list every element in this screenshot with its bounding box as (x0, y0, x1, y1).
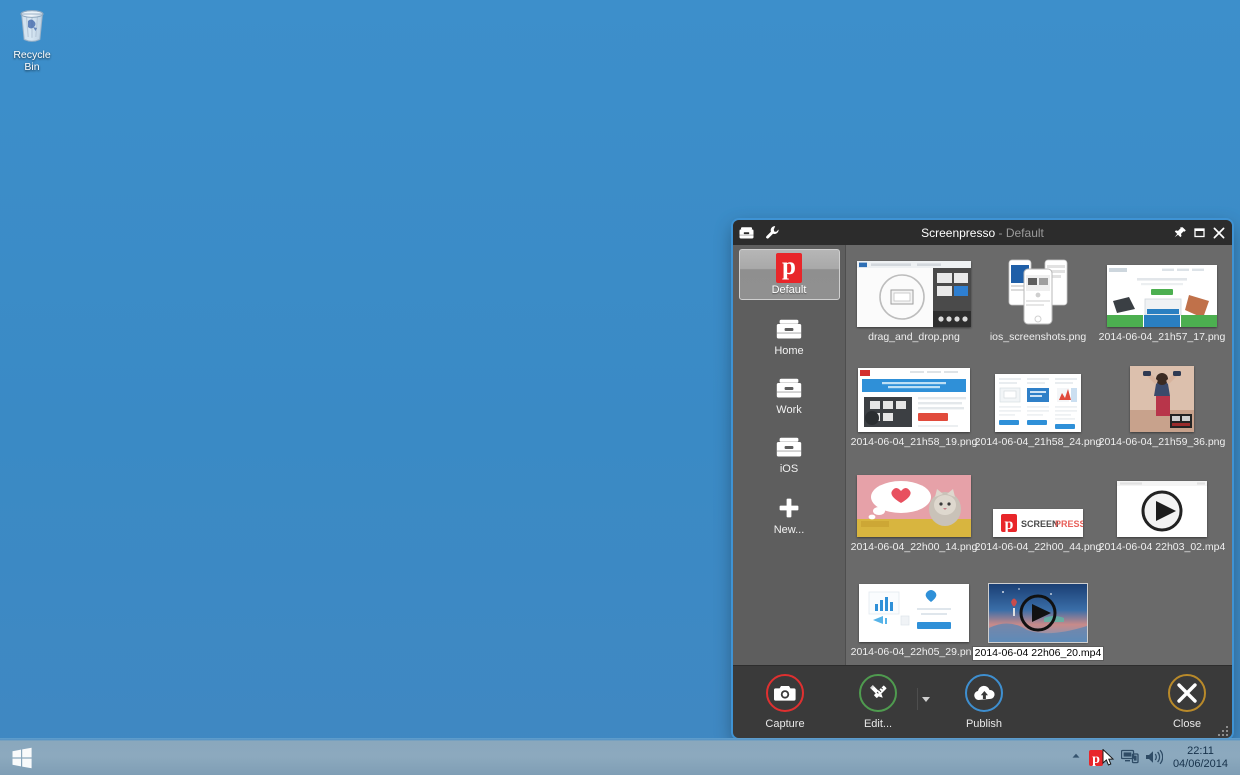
clock-date: 04/06/2014 (1172, 757, 1228, 770)
start-button[interactable] (0, 739, 44, 775)
pencil-ruler-icon (859, 674, 897, 712)
x-icon (1168, 674, 1206, 712)
folder-box-icon (739, 374, 840, 402)
thumbnail-item[interactable]: 2014-06-04_21h57_17.png (1099, 253, 1226, 358)
thumbnail-item[interactable]: 2014-06-04_22h00_14.png (851, 463, 978, 568)
desktop: Recycle Bin Screenpresso - Default p Def… (0, 0, 1240, 775)
window-title-app: Screenpresso (921, 225, 996, 240)
thumbnail-filename[interactable]: ios_screenshots.png (990, 331, 1086, 344)
thumbnail-preview (979, 358, 1097, 432)
thumbnail-preview (1103, 463, 1221, 537)
folder-box-icon (739, 433, 840, 461)
svg-text:p: p (1005, 516, 1014, 533)
taskbar-clock[interactable]: 22:11 04/06/2014 (1169, 745, 1234, 771)
windows-logo-icon (12, 747, 32, 768)
thumbnail-item-video[interactable]: 2014-06-04 22h03_02.mp4 (1099, 463, 1226, 568)
thumbnail-filename[interactable]: drag_and_drop.png (868, 331, 960, 344)
folder-sidebar: p Default Home Work iOS New... (733, 245, 846, 665)
publish-button[interactable]: Publish (945, 674, 1023, 730)
bottom-toolbar: Capture Edit... Publish Close (733, 665, 1232, 738)
capture-button[interactable]: Capture (746, 674, 824, 730)
window-title-separator: - (998, 225, 1003, 240)
thumbnail-preview (855, 568, 973, 642)
cloud-upload-icon (965, 674, 1003, 712)
thumbnail-filename-editing[interactable]: 2014-06-04 22h06_20.mp4 (971, 646, 1105, 661)
sidebar-item-ios[interactable]: iOS (739, 428, 840, 479)
thumbnail-item[interactable]: 2014-06-04_21h58_19.png (851, 358, 978, 463)
thumbnail-item[interactable]: 2014-06-04_21h58_24.png (975, 358, 1102, 463)
thumbnail-filename[interactable]: 2014-06-04_22h00_14.png (851, 541, 978, 554)
sidebar-item-label: iOS (779, 463, 799, 475)
thumbnail-preview (1103, 358, 1221, 432)
close-icon[interactable] (1209, 220, 1228, 245)
clock-time: 22:11 (1187, 744, 1214, 757)
mouse-cursor-icon (1102, 748, 1115, 766)
window-body: p Default Home Work iOS New... drag_and_… (733, 245, 1232, 665)
svg-text:p: p (1092, 752, 1100, 767)
volume-icon[interactable] (1145, 749, 1164, 766)
thumbnail-item[interactable]: drag_and_drop.png (852, 253, 976, 358)
pin-icon[interactable] (1171, 220, 1190, 245)
screenpresso-window: Screenpresso - Default p Default Home Wo… (733, 220, 1232, 738)
thumbnail-preview (979, 568, 1097, 643)
system-tray: p 22:11 04/06/2014 (1070, 739, 1240, 775)
chevron-up-icon[interactable] (1070, 749, 1082, 766)
thumbnail-preview (855, 253, 973, 327)
thumbnail-item-video-selected[interactable]: 2014-06-04 22h06_20.mp4 (971, 568, 1105, 665)
close-label: Close (1172, 718, 1202, 730)
thumbnail-preview (1103, 253, 1221, 327)
sidebar-item-label: New... (773, 524, 805, 536)
svg-text:PRESSO: PRESSO (1055, 519, 1083, 529)
thumbnail-filename[interactable]: 2014-06-04_21h58_19.png (851, 436, 978, 449)
folder-box-icon (739, 315, 840, 343)
thumbnail-preview (855, 463, 973, 537)
sidebar-item-new[interactable]: New... (739, 489, 840, 540)
thumbnail-filename[interactable]: 2014-06-04_22h00_44.png (975, 541, 1102, 554)
sidebar-item-label: Default (771, 284, 807, 296)
taskbar: p 22:11 04/06/2014 (0, 738, 1240, 775)
thumbnail-filename[interactable]: 2014-06-04_21h59_36.png (1099, 436, 1226, 449)
archive-icon[interactable] (733, 220, 759, 245)
edit-label: Edit... (863, 718, 893, 730)
screenpresso-logo-icon: p (740, 253, 839, 283)
network-icon[interactable] (1120, 749, 1139, 766)
edit-dropdown-chevron-down-icon[interactable] (917, 688, 933, 710)
thumbnail-filename[interactable]: 2014-06-04_21h57_17.png (1099, 331, 1226, 344)
thumbnail-filename[interactable]: 2014-06-04_22h05_29.png (851, 646, 978, 659)
sidebar-item-label: Home (774, 345, 804, 357)
svg-text:SCREEN: SCREEN (1021, 519, 1059, 529)
desktop-icon-recycle-bin[interactable]: Recycle Bin (6, 6, 58, 73)
thumbnail-item[interactable]: p SCREEN PRESSO 2 (975, 463, 1102, 568)
plus-icon (739, 494, 840, 522)
thumbnail-item[interactable]: 2014-06-04_22h05_29.png (851, 568, 978, 665)
recycle-bin-label: Recycle Bin (13, 49, 51, 73)
wrench-icon[interactable] (759, 220, 785, 245)
thumbnail-preview: p SCREEN PRESSO (979, 463, 1097, 537)
sidebar-item-label: Work (776, 404, 802, 416)
thumbnail-preview (855, 358, 973, 432)
thumbnail-item[interactable]: 2014-06-04_21h59_36.png (1099, 358, 1226, 463)
window-controls (1171, 220, 1232, 245)
camera-icon (766, 674, 804, 712)
capture-label: Capture (765, 718, 805, 730)
window-title: Screenpresso - Default (733, 226, 1232, 240)
edit-button[interactable]: Edit... (839, 674, 917, 730)
thumbnail-filename[interactable]: 2014-06-04 22h03_02.mp4 (1099, 541, 1226, 554)
thumbnail-preview (979, 253, 1097, 327)
thumbnail-item[interactable]: ios_screenshots.png (976, 253, 1100, 358)
close-button[interactable]: Close (1148, 674, 1226, 730)
sidebar-item-default[interactable]: p Default (738, 249, 840, 300)
resize-grip-icon[interactable] (1217, 724, 1229, 736)
maximize-icon[interactable] (1190, 220, 1209, 245)
window-titlebar: Screenpresso - Default (733, 220, 1232, 245)
sidebar-item-work[interactable]: Work (739, 369, 840, 420)
thumbnail-filename[interactable]: 2014-06-04_21h58_24.png (975, 436, 1102, 449)
window-title-folder: Default (1005, 225, 1044, 240)
publish-label: Publish (965, 718, 1003, 730)
sidebar-item-home[interactable]: Home (739, 310, 840, 361)
recycle-bin-icon (6, 6, 58, 46)
thumbnail-grid[interactable]: drag_and_drop.png ios_screenshots.png 20… (846, 245, 1232, 665)
